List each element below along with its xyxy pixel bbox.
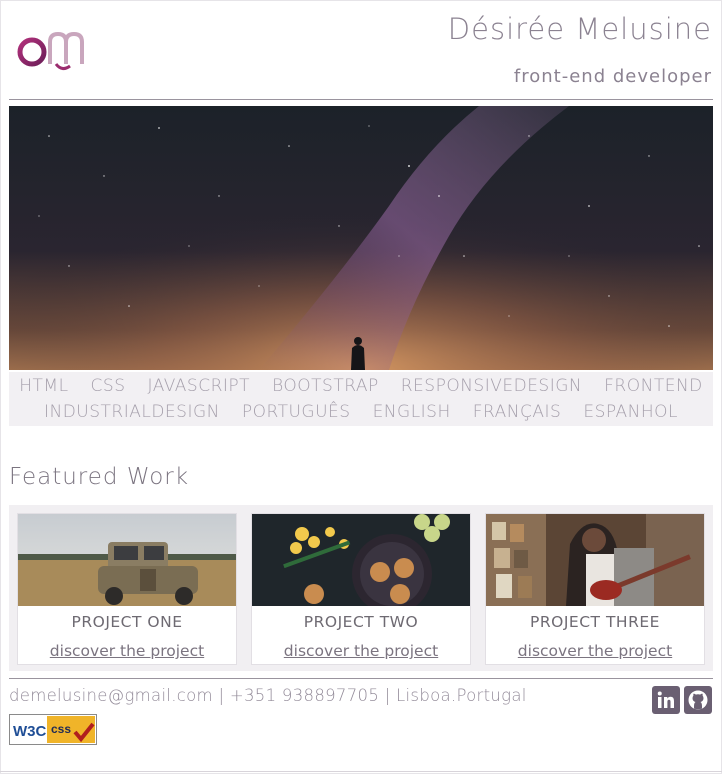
project-three-image[interactable] — [486, 514, 704, 606]
project-two-title: PROJECT TWO — [303, 613, 419, 631]
header-divider — [9, 99, 713, 100]
skills-tags-row-1: HTML CSS JAVASCRIPT BOOTSTRAP RESPONSIVE… — [9, 372, 713, 399]
project-one-title: PROJECT ONE — [71, 613, 183, 631]
tag-frontend[interactable]: FRONTEND — [604, 373, 703, 399]
tag-responsivedesign[interactable]: RESPONSIVEDESIGN — [401, 373, 582, 399]
project-one-link[interactable]: discover the project — [18, 642, 236, 660]
project-three-title: PROJECT THREE — [530, 613, 660, 631]
projects-grid: PROJECT ONE discover the project PROJECT… — [9, 505, 713, 671]
site-owner-name: Désirée Melusine — [447, 12, 712, 46]
linkedin-icon[interactable] — [652, 686, 680, 714]
footer-divider — [9, 678, 713, 679]
skills-tags: HTML CSS JAVASCRIPT BOOTSTRAP RESPONSIVE… — [9, 372, 713, 426]
tag-francais[interactable]: FRANÇAIS — [473, 399, 562, 425]
contact-info[interactable]: demelusine@gmail.com | +351 938897705 | … — [9, 686, 527, 705]
page-bottom-border — [0, 771, 722, 772]
logo[interactable] — [16, 14, 88, 74]
project-card-one: PROJECT ONE discover the project — [17, 513, 237, 665]
project-three-link[interactable]: discover the project — [486, 642, 704, 660]
project-card-two: PROJECT TWO discover the project — [251, 513, 471, 665]
w3c-badge-right: css — [51, 722, 71, 736]
github-icon[interactable] — [684, 686, 712, 714]
site-owner-role: front-end developer — [513, 66, 712, 87]
tag-css[interactable]: CSS — [91, 373, 126, 399]
tag-html[interactable]: HTML — [19, 373, 68, 399]
tag-portugues[interactable]: PORTUGUÊS — [242, 399, 351, 425]
w3c-badge-left: W3C — [13, 723, 47, 740]
featured-work-heading: Featured Work — [9, 464, 190, 490]
tag-industrialdesign[interactable]: INDUSTRIALDESIGN — [44, 399, 220, 425]
tag-javascript[interactable]: JAVASCRIPT — [148, 373, 251, 399]
tag-bootstrap[interactable]: BOOTSTRAP — [272, 373, 379, 399]
project-two-image[interactable] — [252, 514, 470, 606]
project-card-three: PROJECT THREE discover the project — [485, 513, 705, 665]
w3c-css-badge[interactable]: W3C css — [9, 714, 97, 745]
tag-english[interactable]: ENGLISH — [373, 399, 451, 425]
project-two-link[interactable]: discover the project — [252, 642, 470, 660]
tag-espanhol[interactable]: ESPANHOL — [583, 399, 678, 425]
social-links — [652, 686, 712, 714]
project-one-image[interactable] — [18, 514, 236, 606]
skills-tags-row-2: INDUSTRIALDESIGN PORTUGUÊS ENGLISH FRANÇ… — [9, 399, 713, 425]
hero-image — [9, 106, 713, 370]
